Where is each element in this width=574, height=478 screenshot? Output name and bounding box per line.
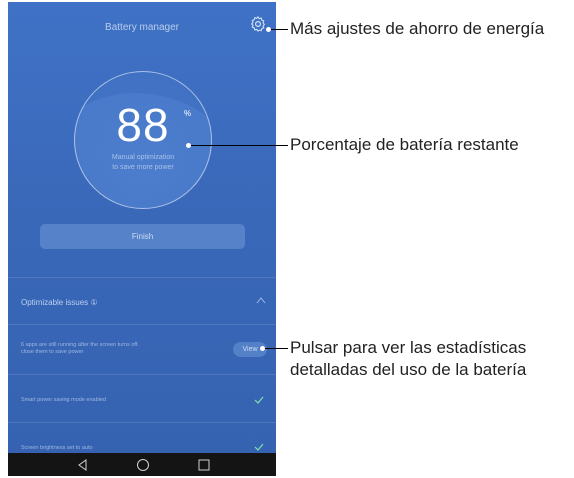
issues-title: Optimizable issues ① <box>21 298 98 307</box>
recents-nav-icon[interactable] <box>196 457 212 473</box>
issue-3: Screen brightness set to auto <box>21 445 93 451</box>
check-icon <box>254 443 264 451</box>
callout-dot-percent <box>186 143 191 148</box>
percent-sign: % <box>184 109 192 118</box>
callout-line-settings <box>268 29 288 30</box>
chevron-up-icon[interactable] <box>256 296 266 304</box>
navigation-bar <box>8 453 276 476</box>
divider <box>8 324 276 325</box>
page-title: Battery manager <box>105 22 179 33</box>
optimization-text-2: to save more power <box>112 164 174 171</box>
issue-1-line-2: close them to save power <box>21 349 84 355</box>
issue-2: Smart power saving mode enabled <box>21 397 106 403</box>
callout-line-percent <box>188 145 288 146</box>
divider <box>8 422 276 423</box>
callout-view-line-1: Pulsar para ver las estadísticas <box>290 338 527 357</box>
callout-dot-settings <box>266 27 271 32</box>
finish-button[interactable]: Finish <box>40 224 245 249</box>
callout-view-line-2: detalladas del uso de la batería <box>290 360 527 379</box>
callout-dot-view <box>260 346 265 351</box>
callout-percent: Porcentaje de batería restante <box>290 135 519 154</box>
phone-screen: Battery manager 88 % Manual optimization… <box>8 2 276 476</box>
callout-line-view <box>262 348 288 349</box>
divider <box>8 277 276 278</box>
check-icon <box>254 396 264 404</box>
home-nav-icon[interactable] <box>135 457 151 473</box>
callout-settings: Más ajustes de ahorro de energía <box>290 19 545 38</box>
issue-1-line-1: 6 apps are still running after the scree… <box>21 342 139 348</box>
optimization-text-1: Manual optimization <box>111 154 175 161</box>
gear-icon[interactable] <box>249 15 267 33</box>
divider <box>8 374 276 375</box>
battery-percent: 88 <box>116 99 170 151</box>
back-nav-icon[interactable] <box>75 457 91 473</box>
